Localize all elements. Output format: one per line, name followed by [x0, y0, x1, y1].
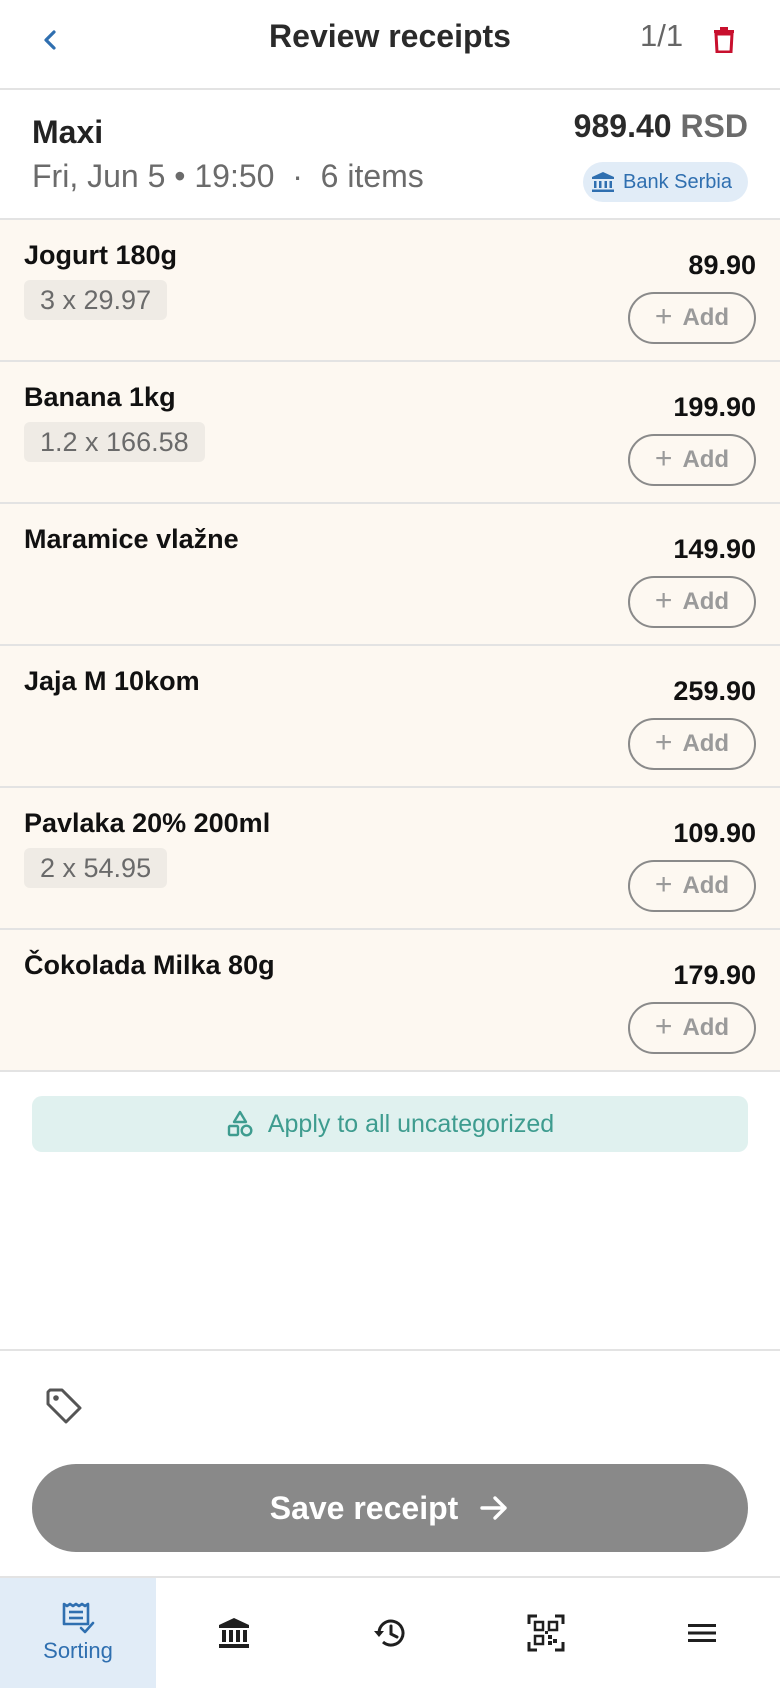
- list-item: Maramice vlažne 149.90 + Add: [0, 504, 780, 646]
- nav-sorting-label: Sorting: [43, 1638, 113, 1663]
- item-quantity: 1.2 x 166.58: [24, 422, 205, 462]
- delete-button[interactable]: [706, 20, 742, 60]
- nav-sorting[interactable]: Sorting: [0, 1578, 156, 1688]
- nav-banks[interactable]: [156, 1578, 312, 1688]
- list-item: Banana 1kg 1.2 x 166.58 199.90 + Add: [0, 362, 780, 504]
- add-label: Add: [682, 1014, 730, 1041]
- receipt-summary: Maxi Fri, Jun 5 • 19:50 · 6 items 989.40…: [0, 90, 780, 220]
- bank-chip[interactable]: Bank Serbia: [583, 162, 748, 202]
- total-currency: RSD: [680, 108, 748, 144]
- add-category-button[interactable]: + Add: [628, 434, 756, 486]
- add-category-button[interactable]: + Add: [628, 1002, 756, 1054]
- add-category-button[interactable]: + Add: [628, 718, 756, 770]
- item-name: Pavlaka 20% 200ml: [24, 808, 271, 838]
- trash-icon: [714, 27, 734, 53]
- tag-icon: [46, 1388, 82, 1424]
- item-name: Čokolada Milka 80g: [24, 950, 275, 980]
- add-category-button[interactable]: + Add: [628, 292, 756, 344]
- nav-history[interactable]: [312, 1578, 468, 1688]
- item-price: 199.90: [673, 392, 756, 422]
- item-quantity: 2 x 54.95: [24, 848, 168, 888]
- menu-icon: [688, 1624, 716, 1642]
- bank-icon: [592, 172, 615, 192]
- add-label: Add: [682, 588, 730, 615]
- plus-icon: +: [654, 442, 673, 475]
- history-icon: [374, 1619, 405, 1647]
- divider: [0, 1349, 780, 1351]
- item-name: Jogurt 180g: [24, 240, 178, 270]
- tag-button[interactable]: [44, 1386, 84, 1426]
- list-item: Jaja M 10kom 259.90 + Add: [0, 646, 780, 788]
- apply-to-all-label: Apply to all uncategorized: [267, 1109, 555, 1138]
- item-price: 89.90: [688, 250, 756, 280]
- sorting-icon: [62, 1602, 95, 1634]
- item-name: Banana 1kg: [24, 382, 176, 412]
- bank-icon: [219, 1618, 249, 1648]
- add-label: Add: [682, 872, 730, 899]
- store-name: Maxi: [32, 114, 104, 150]
- item-list: Jogurt 180g 3 x 29.97 89.90 + Add Banana …: [0, 220, 780, 1072]
- save-receipt-label: Save receipt: [269, 1489, 459, 1526]
- plus-icon: +: [654, 1010, 673, 1043]
- item-price: 109.90: [673, 818, 756, 848]
- qr-code-icon: [527, 1614, 565, 1652]
- bottom-nav: Sorting: [0, 1576, 780, 1688]
- receipt-meta: Fri, Jun 5 • 19:50 · 6 items: [32, 158, 424, 194]
- apply-to-all-button[interactable]: Apply to all uncategorized: [32, 1096, 748, 1152]
- list-item: Čokolada Milka 80g 179.90 + Add: [0, 930, 780, 1072]
- bank-name: Bank Serbia: [623, 170, 732, 193]
- total-amount: 989.40: [573, 108, 672, 144]
- add-category-button[interactable]: + Add: [628, 860, 756, 912]
- plus-icon: +: [654, 868, 673, 901]
- item-name: Maramice vlažne: [24, 524, 239, 554]
- list-item: Pavlaka 20% 200ml 2 x 54.95 109.90 + Add: [0, 788, 780, 930]
- top-bar: Review receipts 1/1: [0, 0, 780, 90]
- item-price: 259.90: [673, 676, 756, 706]
- item-price: 149.90: [673, 534, 756, 564]
- list-item: Jogurt 180g 3 x 29.97 89.90 + Add: [0, 220, 780, 362]
- plus-icon: +: [654, 300, 673, 333]
- arrow-right-icon: [480, 1496, 507, 1520]
- save-receipt-button[interactable]: Save receipt: [32, 1464, 748, 1552]
- plus-icon: +: [654, 584, 673, 617]
- item-name: Jaja M 10kom: [24, 666, 200, 696]
- item-quantity: 3 x 29.97: [24, 280, 168, 320]
- nav-menu[interactable]: [624, 1578, 780, 1688]
- add-label: Add: [682, 730, 730, 757]
- add-label: Add: [682, 304, 730, 331]
- receipt-counter: 1/1: [640, 18, 684, 53]
- nav-scan[interactable]: [468, 1578, 624, 1688]
- item-price: 179.90: [673, 960, 756, 990]
- add-category-button[interactable]: + Add: [628, 576, 756, 628]
- plus-icon: +: [654, 726, 673, 759]
- shapes-icon: [227, 1110, 253, 1137]
- receipt-total: 989.40 RSD: [574, 108, 748, 145]
- add-label: Add: [682, 446, 730, 473]
